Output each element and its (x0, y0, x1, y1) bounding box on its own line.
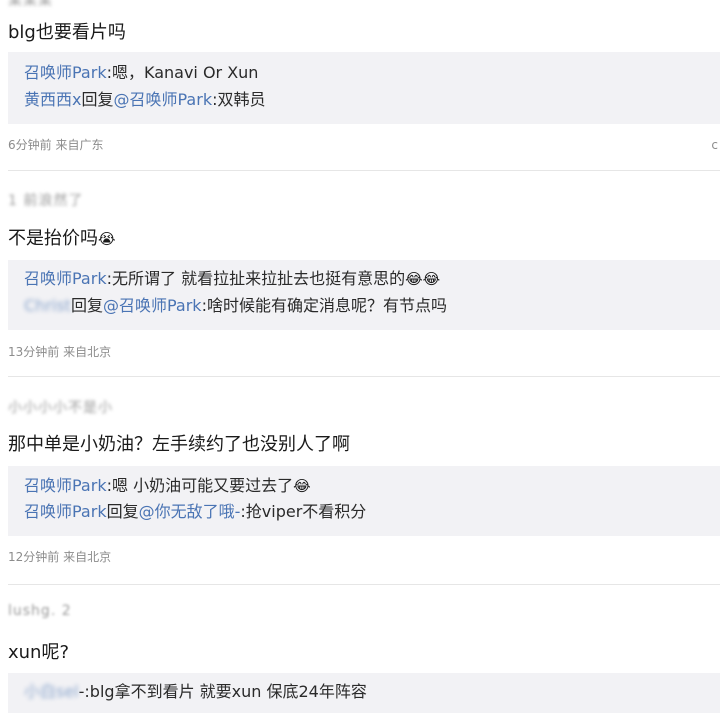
reply-mid: 回复 (106, 502, 139, 521)
reply-user[interactable]: 黄西西x (24, 90, 81, 109)
comment-meta: 13分钟前 来自北京 (8, 343, 111, 360)
reply-box[interactable]: 召唤师Park:嗯 小奶油可能又要过去了😂 召唤师Park回复@你无敌了哦-:抢… (8, 466, 720, 536)
comment-location: 来自北京 (63, 345, 112, 359)
divider (8, 376, 720, 377)
reply-text: :嗯 小奶油可能又要过去了 (106, 476, 294, 495)
reply-mid: 回复 (70, 296, 103, 315)
reply-line: 召唤师Park回复@你无敌了哦-:抢viper不看积分 (24, 501, 366, 523)
reply-line: Christ回复@召唤师Park:啥时候能有确定消息呢？有节点吗 (24, 295, 447, 317)
comment-author[interactable]: 某某某 (8, 0, 53, 10)
reply-box[interactable]: 召唤师Park:无所谓了 就看拉扯来拉扯去也挺有意思的😂😂 Christ回复@召… (8, 260, 720, 330)
reply-line: 小白sel-:blg拿不到看片 就要xun 保底24年阵容 (24, 681, 367, 703)
reply-box[interactable]: 小白sel-:blg拿不到看片 就要xun 保底24年阵容 (8, 673, 720, 713)
comment-text: blg也要看片吗 (8, 22, 126, 43)
reply-line: 召唤师Park:嗯 小奶油可能又要过去了😂 (24, 475, 311, 497)
reply-text: :无所谓了 就看拉扯来拉扯去也挺有意思的 (106, 269, 406, 288)
divider (8, 584, 720, 585)
reply-user[interactable]: 召唤师Park (24, 476, 107, 495)
reply-user[interactable]: 召唤师Park (24, 502, 107, 521)
reply-text: :双韩员 (212, 90, 266, 109)
laughing-emoji-icon: 😂 (293, 477, 311, 495)
reply-text: -:blg拿不到看片 就要xun 保底24年阵容 (78, 682, 367, 701)
comment-author[interactable]: 1 前浪然了 (8, 190, 83, 210)
crying-emoji-icon: 😭 (98, 230, 116, 248)
reply-line: 黄西西x回复@召唤师Park:双韩员 (24, 89, 266, 111)
reply-target[interactable]: @召唤师Park (114, 90, 213, 109)
edge-char: c (711, 138, 718, 152)
reply-mid: 回复 (81, 90, 114, 109)
reply-line: 召唤师Park:嗯，Kanavi Or Xun (24, 62, 258, 84)
reply-text: :啥时候能有确定消息呢？有节点吗 (201, 296, 447, 315)
reply-text: :嗯，Kanavi Or Xun (106, 63, 259, 82)
reply-target[interactable]: @你无敌了哦- (139, 502, 241, 521)
laughing-emoji-icon: 😂😂 (405, 270, 441, 288)
comment-text: xun呢? (8, 642, 70, 663)
comment-text: 那中单是小奶油？左手续约了也没别人了啊 (8, 434, 350, 455)
reply-target[interactable]: @召唤师Park (103, 296, 202, 315)
reply-box[interactable]: 召唤师Park:嗯，Kanavi Or Xun 黄西西x回复@召唤师Park:双… (8, 52, 720, 124)
comment-time: 12分钟前 (8, 550, 60, 564)
comment-author[interactable]: lushg. 2 (8, 603, 72, 619)
comment-meta: 12分钟前 来自北京 (8, 548, 111, 565)
reply-user[interactable]: Christ (24, 296, 71, 315)
comment-meta: 6分钟前 来自广东 (8, 136, 103, 153)
comment-author[interactable]: 小小小小不是小 (8, 397, 113, 417)
divider (8, 170, 720, 171)
comment-time: 6分钟前 (8, 138, 52, 152)
reply-user[interactable]: 召唤师Park (24, 269, 107, 288)
reply-user[interactable]: 小白sel (24, 682, 79, 701)
comment-time: 13分钟前 (8, 345, 60, 359)
reply-user[interactable]: 召唤师Park (24, 63, 107, 82)
comment-location: 来自北京 (63, 550, 112, 564)
comment-text: 不是抬价吗😭 (8, 228, 116, 249)
comment-location: 来自广东 (55, 138, 104, 152)
reply-line: 召唤师Park:无所谓了 就看拉扯来拉扯去也挺有意思的😂😂 (24, 268, 440, 290)
reply-text: :抢viper不看积分 (240, 502, 367, 521)
